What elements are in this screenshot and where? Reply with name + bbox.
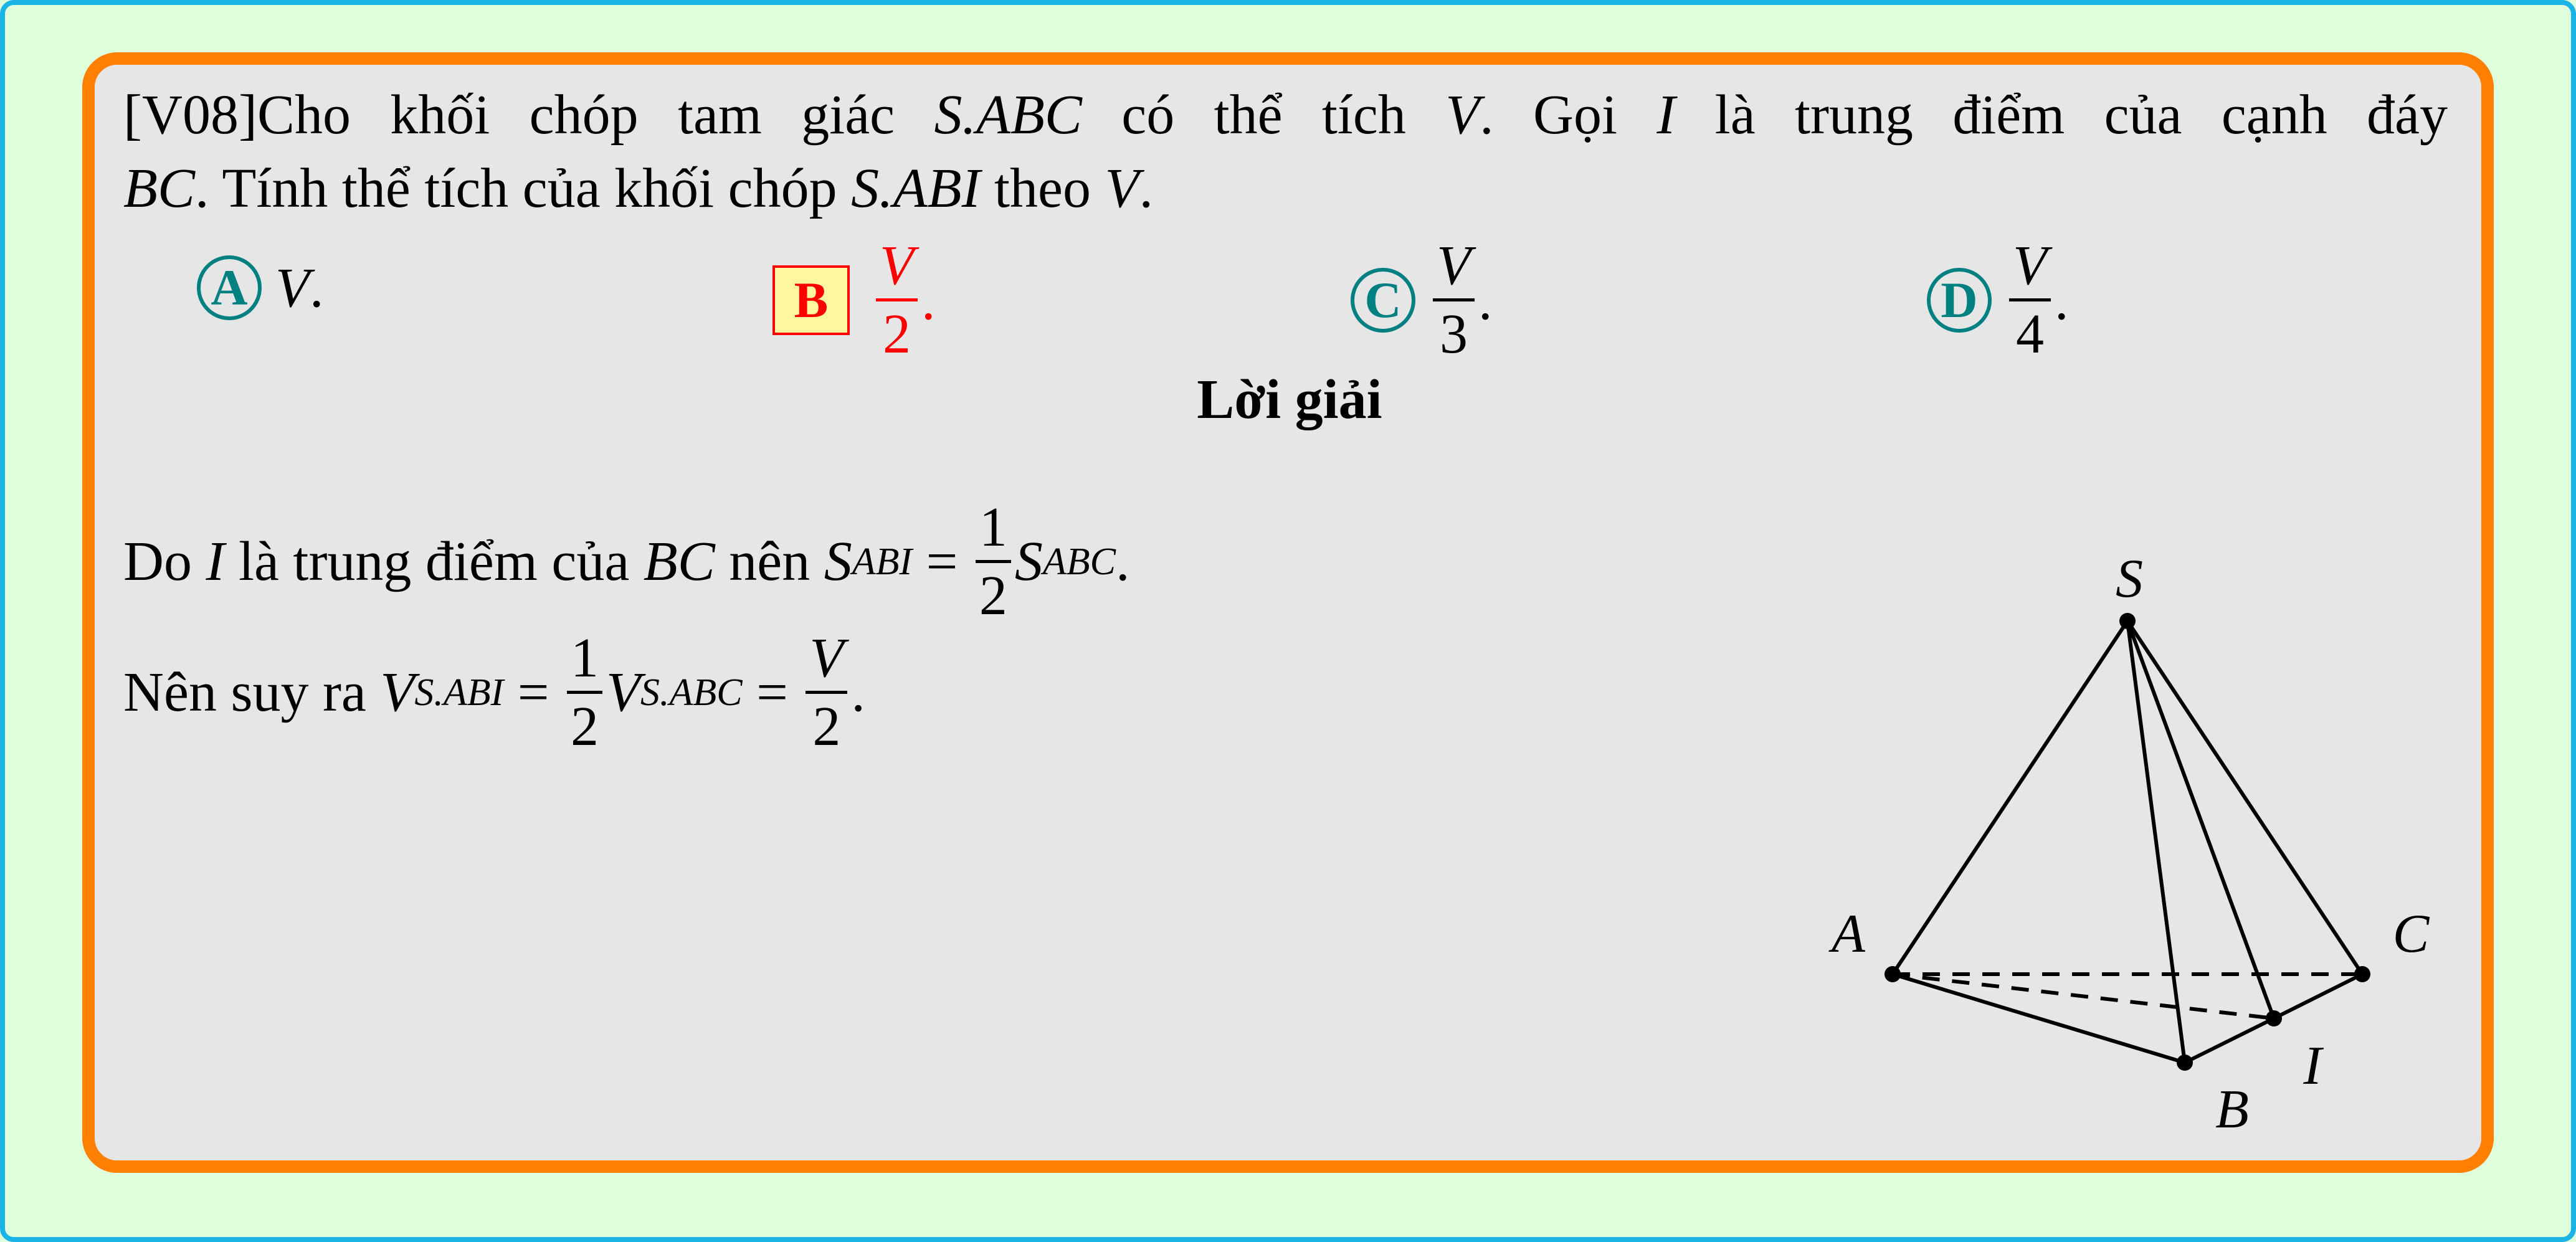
label-i: I bbox=[2303, 1036, 2324, 1096]
edge-SB bbox=[2126, 620, 2187, 1063]
point-i bbox=[2266, 1010, 2282, 1026]
point-a bbox=[1884, 966, 1901, 982]
edge-BI bbox=[2184, 1017, 2275, 1064]
edge-AB bbox=[1892, 972, 2185, 1064]
pyramid-figure: S A C I B bbox=[1828, 549, 2430, 1140]
point-b bbox=[2177, 1055, 2193, 1071]
dashed-edge-AI bbox=[1892, 972, 2274, 1020]
edge-SA bbox=[1891, 620, 2129, 975]
edge-SC bbox=[2126, 620, 2364, 975]
edge-IC bbox=[2273, 972, 2364, 1020]
edge-SI bbox=[2126, 620, 2276, 1020]
label-c: C bbox=[2393, 904, 2430, 964]
point-c bbox=[2354, 966, 2370, 982]
point-s bbox=[2119, 613, 2136, 629]
label-b: B bbox=[2215, 1079, 2249, 1140]
label-a: A bbox=[1828, 904, 1866, 964]
label-s: S bbox=[2116, 549, 2143, 609]
